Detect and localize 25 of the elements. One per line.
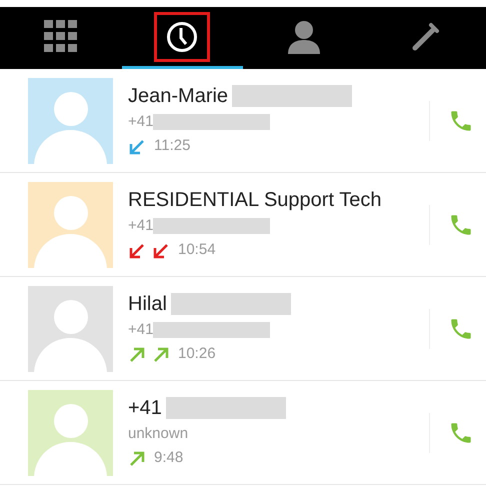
down-left-arrow-icon [128, 138, 146, 156]
phone-number: unknown [128, 424, 188, 444]
contact-name: +41 [128, 396, 162, 422]
down-left-arrow-icon [152, 242, 170, 260]
up-right-arrow-icon [128, 346, 146, 364]
contact-name: Jean-Marie [128, 84, 228, 110]
phone-number: +41 [128, 320, 154, 340]
call-time: 9:48 [154, 448, 184, 468]
contact-name: Hilal [128, 292, 167, 318]
call-log-row[interactable]: Hilal +41 10:26 [0, 277, 486, 381]
call-log-row[interactable]: +41 unknown 9:48 [0, 381, 486, 485]
person-icon [286, 20, 321, 54]
clock-icon [166, 20, 198, 52]
up-right-arrow-icon [128, 450, 146, 468]
call-time: 10:54 [178, 240, 216, 260]
up-right-arrow-icon [152, 346, 170, 364]
call-log-row[interactable]: Jean-Marie +41 11:25 [0, 69, 486, 173]
call-log-row[interactable]: RESIDENTIAL Support Tech +41 10:54 [0, 173, 486, 277]
phone-number: +41 [128, 216, 154, 236]
call-time: 10:26 [178, 344, 216, 364]
phone-number: +41 [128, 112, 154, 132]
contact-name: RESIDENTIAL Support Tech [128, 188, 382, 214]
call-time: 11:25 [154, 136, 190, 156]
dialpad-icon [44, 20, 78, 54]
down-left-arrow-icon [128, 242, 146, 260]
